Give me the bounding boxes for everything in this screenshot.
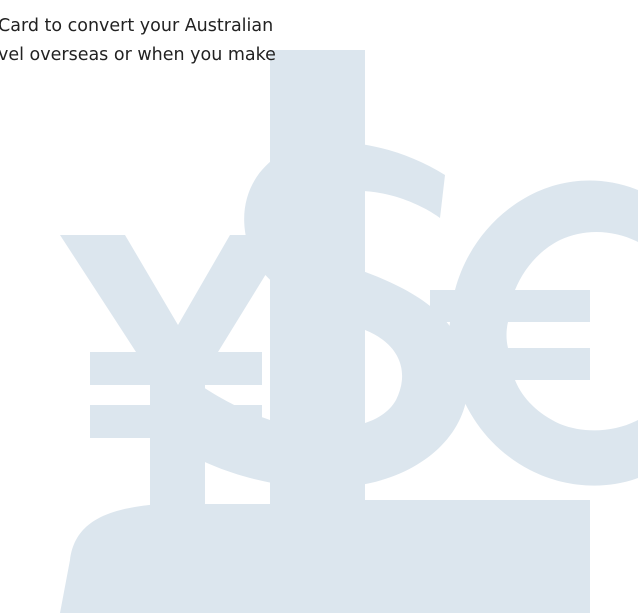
right-base-shape [480,500,590,613]
center-base-shape [365,500,485,613]
left-base-shape [60,504,270,613]
page: Card to convert your Australian vel over… [0,0,638,613]
intro-line-2: vel overseas or when you make [0,45,276,65]
euro-sign-icon [430,180,638,486]
currency-symbols-illustration [60,50,638,613]
intro-paragraph: Card to convert your Australian vel over… [0,12,438,70]
intro-line-1: Card to convert your Australian [0,16,274,36]
dollar-bar-icon [270,50,365,613]
